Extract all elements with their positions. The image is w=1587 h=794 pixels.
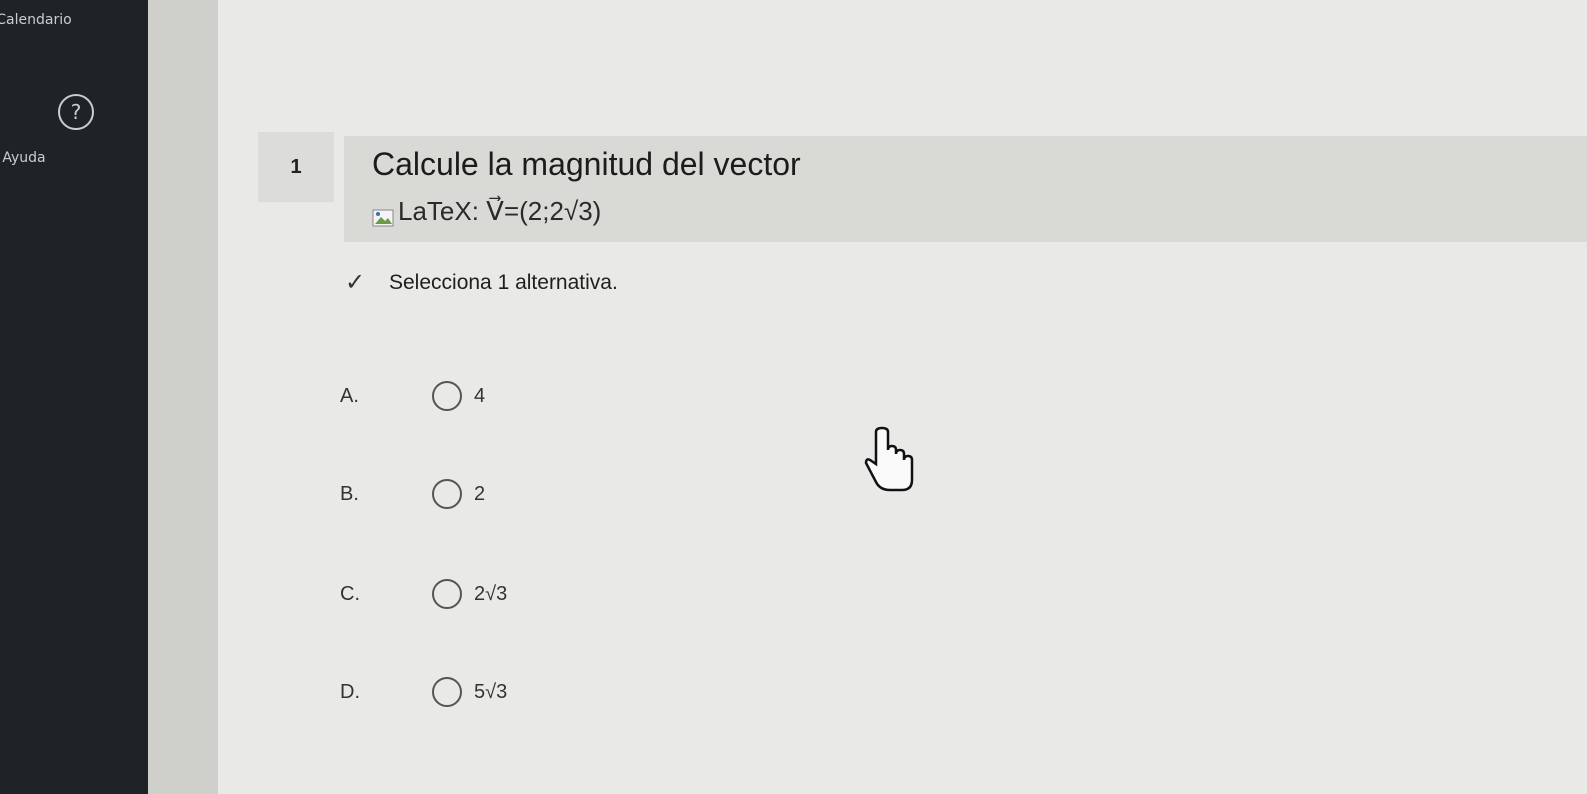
help-icon[interactable]: ? (58, 94, 94, 130)
option-letter: C. (340, 582, 360, 605)
option-value: 5√3 (474, 680, 508, 703)
radio-button[interactable] (432, 381, 462, 411)
option-letter: A. (340, 384, 359, 407)
option-value: 4 (474, 384, 486, 407)
sidebar-gutter (148, 0, 218, 794)
broken-image-icon (372, 203, 394, 226)
latex-alt-text: LaTeX: V⃗=(2;2√3) (398, 196, 602, 226)
radio-button[interactable] (432, 479, 462, 509)
hand-pointer-cursor-icon (858, 426, 918, 496)
radio-button[interactable] (432, 677, 462, 707)
option-b[interactable]: B. 2 (340, 474, 485, 514)
option-letter: D. (340, 680, 360, 703)
option-value: 2√3 (474, 582, 508, 605)
instruction: ✓ Selecciona 1 alternativa. (345, 268, 618, 297)
option-c[interactable]: C. 2√3 (340, 574, 507, 614)
option-value: 2 (474, 482, 486, 505)
instruction-text: Selecciona 1 alternativa. (389, 270, 618, 294)
question-stem: Calcule la magnitud del vector (372, 146, 801, 182)
radio-button[interactable] (432, 579, 462, 609)
latex-image-alt: LaTeX: V⃗=(2;2√3) (372, 196, 601, 227)
option-a[interactable]: A. 4 (340, 376, 485, 416)
option-letter: B. (340, 482, 359, 505)
option-d[interactable]: D. 5√3 (340, 672, 507, 712)
nav-calendar-label[interactable]: Calendario (0, 12, 108, 28)
nav-help-label[interactable]: Ayuda (0, 150, 98, 166)
sidebar: Calendario ? Ayuda (0, 0, 148, 794)
question-number: 1 (258, 132, 334, 202)
check-icon: ✓ (345, 269, 366, 296)
